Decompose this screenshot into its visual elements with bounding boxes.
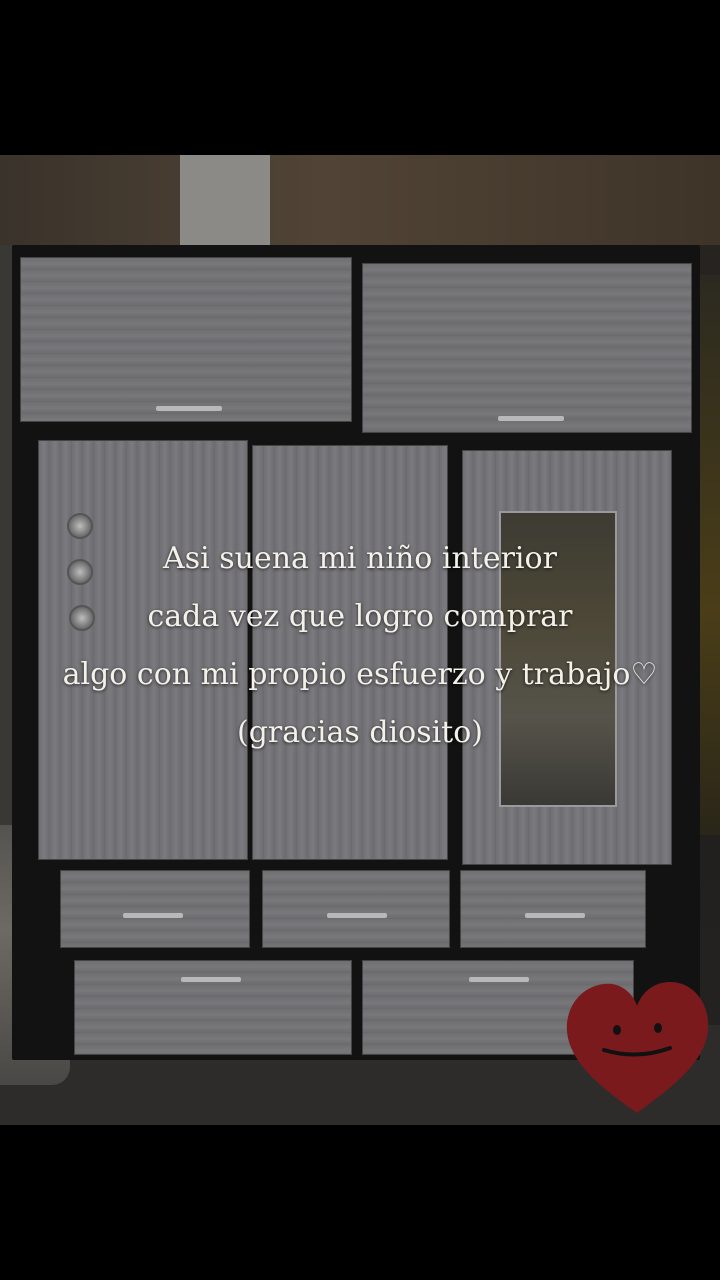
caption-line: cada vez que logro comprar <box>147 599 573 634</box>
handle <box>469 977 529 982</box>
caption-line: (gracias diosito) <box>236 715 484 750</box>
drawer <box>60 870 250 948</box>
caption-line: algo con mi propio esfuerzo y trabajo♡ <box>62 657 658 692</box>
background-window <box>180 155 270 250</box>
caption-line: Asi suena mi niño interior <box>163 541 557 576</box>
handle <box>123 913 183 918</box>
handle <box>525 913 585 918</box>
handle <box>327 913 387 918</box>
caption: Asi suena mi niño interior cada vez que … <box>0 530 720 762</box>
background-ceiling <box>0 155 720 245</box>
drawer <box>460 870 646 948</box>
top-left-door <box>20 257 352 422</box>
handle <box>156 406 222 411</box>
drawer <box>262 870 450 948</box>
top-right-door <box>362 263 692 433</box>
handle <box>181 977 241 982</box>
smiling-heart-icon <box>566 982 709 1113</box>
drawer <box>74 960 352 1055</box>
handle <box>498 416 564 421</box>
